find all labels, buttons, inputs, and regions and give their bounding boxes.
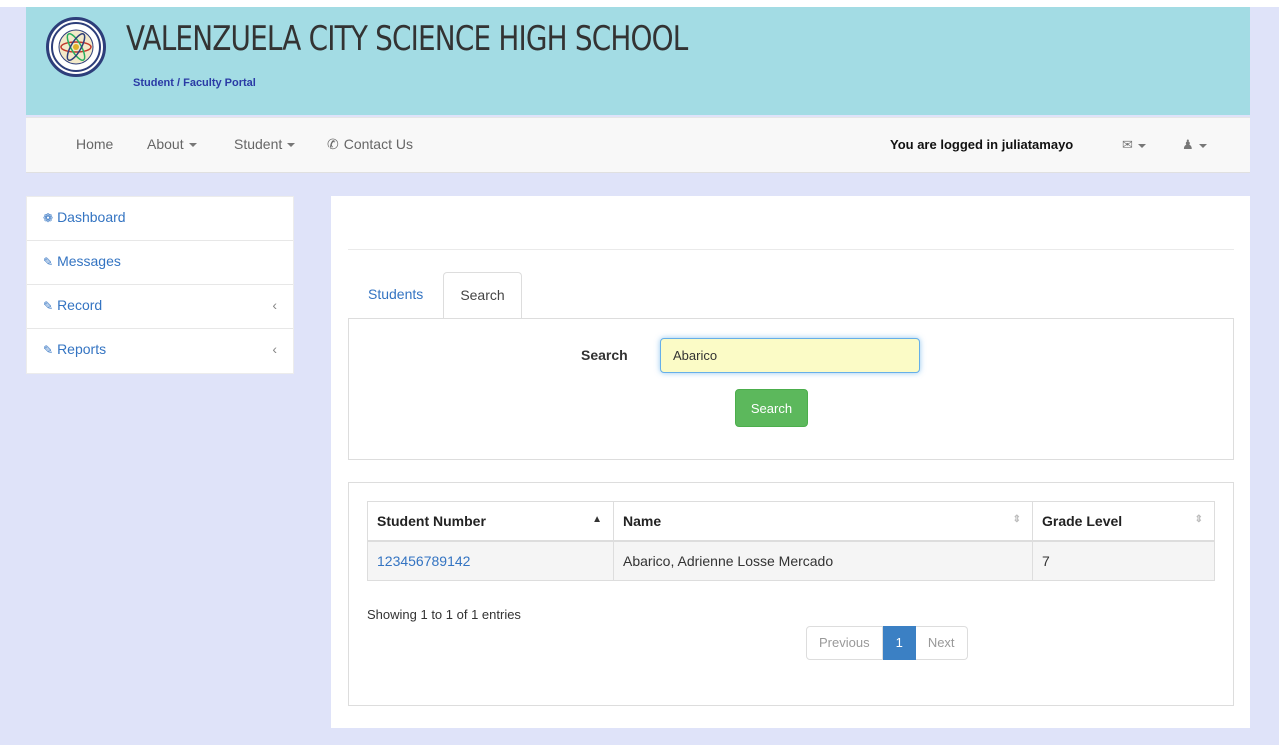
chevron-left-icon: ‹ bbox=[272, 341, 277, 357]
student-number-link[interactable]: 123456789142 bbox=[377, 553, 470, 569]
column-header-label: Name bbox=[623, 512, 662, 529]
edit-icon: ✎ bbox=[43, 343, 54, 357]
search-label: Search bbox=[581, 347, 628, 363]
school-name: VALENZUELA CITY SCIENCE HIGH SCHOOL bbox=[126, 19, 688, 59]
search-button[interactable]: Search bbox=[735, 389, 808, 427]
sort-icon: ⇕ bbox=[1012, 514, 1021, 525]
column-header-grade-level[interactable]: Grade Level ⇕ bbox=[1032, 501, 1215, 542]
sidebar-item-messages[interactable]: ✎ Messages bbox=[27, 241, 293, 285]
results-table: Student Number ▲ Name ⇕ Grade Level ⇕ 12… bbox=[367, 501, 1215, 581]
messages-dropdown[interactable]: ✉ bbox=[1122, 137, 1146, 153]
previous-page-button[interactable]: Previous bbox=[806, 626, 883, 660]
tab-search[interactable]: Search bbox=[443, 272, 522, 319]
header-banner: VALENZUELA CITY SCIENCE HIGH SCHOOL Stud… bbox=[26, 7, 1250, 115]
chevron-left-icon: ‹ bbox=[272, 297, 277, 313]
sidebar-item-label: Messages bbox=[57, 253, 121, 269]
caret-down-icon bbox=[1137, 143, 1146, 148]
dashboard-icon: ❁ bbox=[43, 211, 54, 225]
nav-student-dropdown[interactable]: Student bbox=[234, 136, 296, 152]
envelope-icon: ✉ bbox=[1122, 137, 1133, 152]
phone-icon: ✆ bbox=[327, 136, 339, 152]
sidebar-item-label: Record bbox=[57, 297, 103, 313]
logged-in-status: You are logged in juliatamayo bbox=[890, 137, 1074, 152]
nav-about-dropdown[interactable]: About bbox=[147, 136, 197, 152]
nav-home[interactable]: Home bbox=[76, 136, 113, 152]
nav-contact-label: Contact Us bbox=[343, 136, 413, 152]
cell-name: Abarico, Adrienne Losse Mercado bbox=[613, 540, 1033, 581]
sidebar-item-reports[interactable]: ✎ Reports ‹ bbox=[27, 329, 293, 373]
nav-about-label: About bbox=[147, 136, 184, 152]
caret-down-icon bbox=[1198, 143, 1207, 148]
edit-icon: ✎ bbox=[43, 255, 54, 269]
edit-icon: ✎ bbox=[43, 299, 54, 313]
sidebar-item-record[interactable]: ✎ Record ‹ bbox=[27, 285, 293, 329]
top-navbar: Home About Student ✆ Contact Us You are l… bbox=[26, 117, 1250, 173]
sidebar-item-label: Dashboard bbox=[57, 209, 126, 225]
sidebar-item-dashboard[interactable]: ❁ Dashboard bbox=[27, 197, 293, 241]
user-icon: ♟ bbox=[1182, 137, 1194, 152]
results-panel: Student Number ▲ Name ⇕ Grade Level ⇕ 12… bbox=[348, 482, 1234, 706]
sidebar-menu: ❁ Dashboard ✎ Messages ✎ Record ‹ ✎ Reports … bbox=[26, 196, 294, 374]
user-dropdown[interactable]: ♟ bbox=[1182, 137, 1207, 153]
column-header-label: Student Number bbox=[377, 512, 486, 529]
next-page-button[interactable]: Next bbox=[915, 626, 968, 660]
search-panel: Search Search bbox=[348, 318, 1234, 460]
sort-icon: ⇕ bbox=[1194, 514, 1203, 525]
portal-subtitle: Student / Faculty Portal bbox=[133, 77, 256, 89]
pagination: Previous 1 Next bbox=[806, 626, 968, 660]
page-1-button[interactable]: 1 bbox=[882, 626, 916, 660]
table-row: 123456789142 Abarico, Adrienne Losse Mer… bbox=[367, 540, 1215, 581]
caret-down-icon bbox=[188, 143, 197, 148]
search-input[interactable] bbox=[660, 338, 920, 373]
column-header-student-number[interactable]: Student Number ▲ bbox=[367, 501, 614, 542]
nav-student-label: Student bbox=[234, 136, 283, 152]
column-header-name[interactable]: Name ⇕ bbox=[613, 501, 1033, 542]
sort-ascending-icon: ▲ bbox=[592, 514, 602, 525]
school-seal-logo bbox=[46, 17, 106, 77]
cell-grade-level: 7 bbox=[1032, 540, 1215, 581]
nav-contact[interactable]: ✆ Contact Us bbox=[327, 136, 413, 153]
column-header-label: Grade Level bbox=[1042, 512, 1123, 529]
entries-info: Showing 1 to 1 of 1 entries bbox=[367, 607, 521, 622]
caret-down-icon bbox=[287, 143, 296, 148]
main-content: Students Search Search Search Student Nu… bbox=[331, 196, 1250, 728]
divider bbox=[348, 249, 1234, 250]
tab-students[interactable]: Students bbox=[368, 272, 423, 317]
sidebar-item-label: Reports bbox=[57, 341, 107, 357]
top-border bbox=[0, 0, 1279, 7]
cell-student-number: 123456789142 bbox=[367, 540, 614, 581]
tab-bar: Students Search bbox=[348, 272, 1234, 319]
